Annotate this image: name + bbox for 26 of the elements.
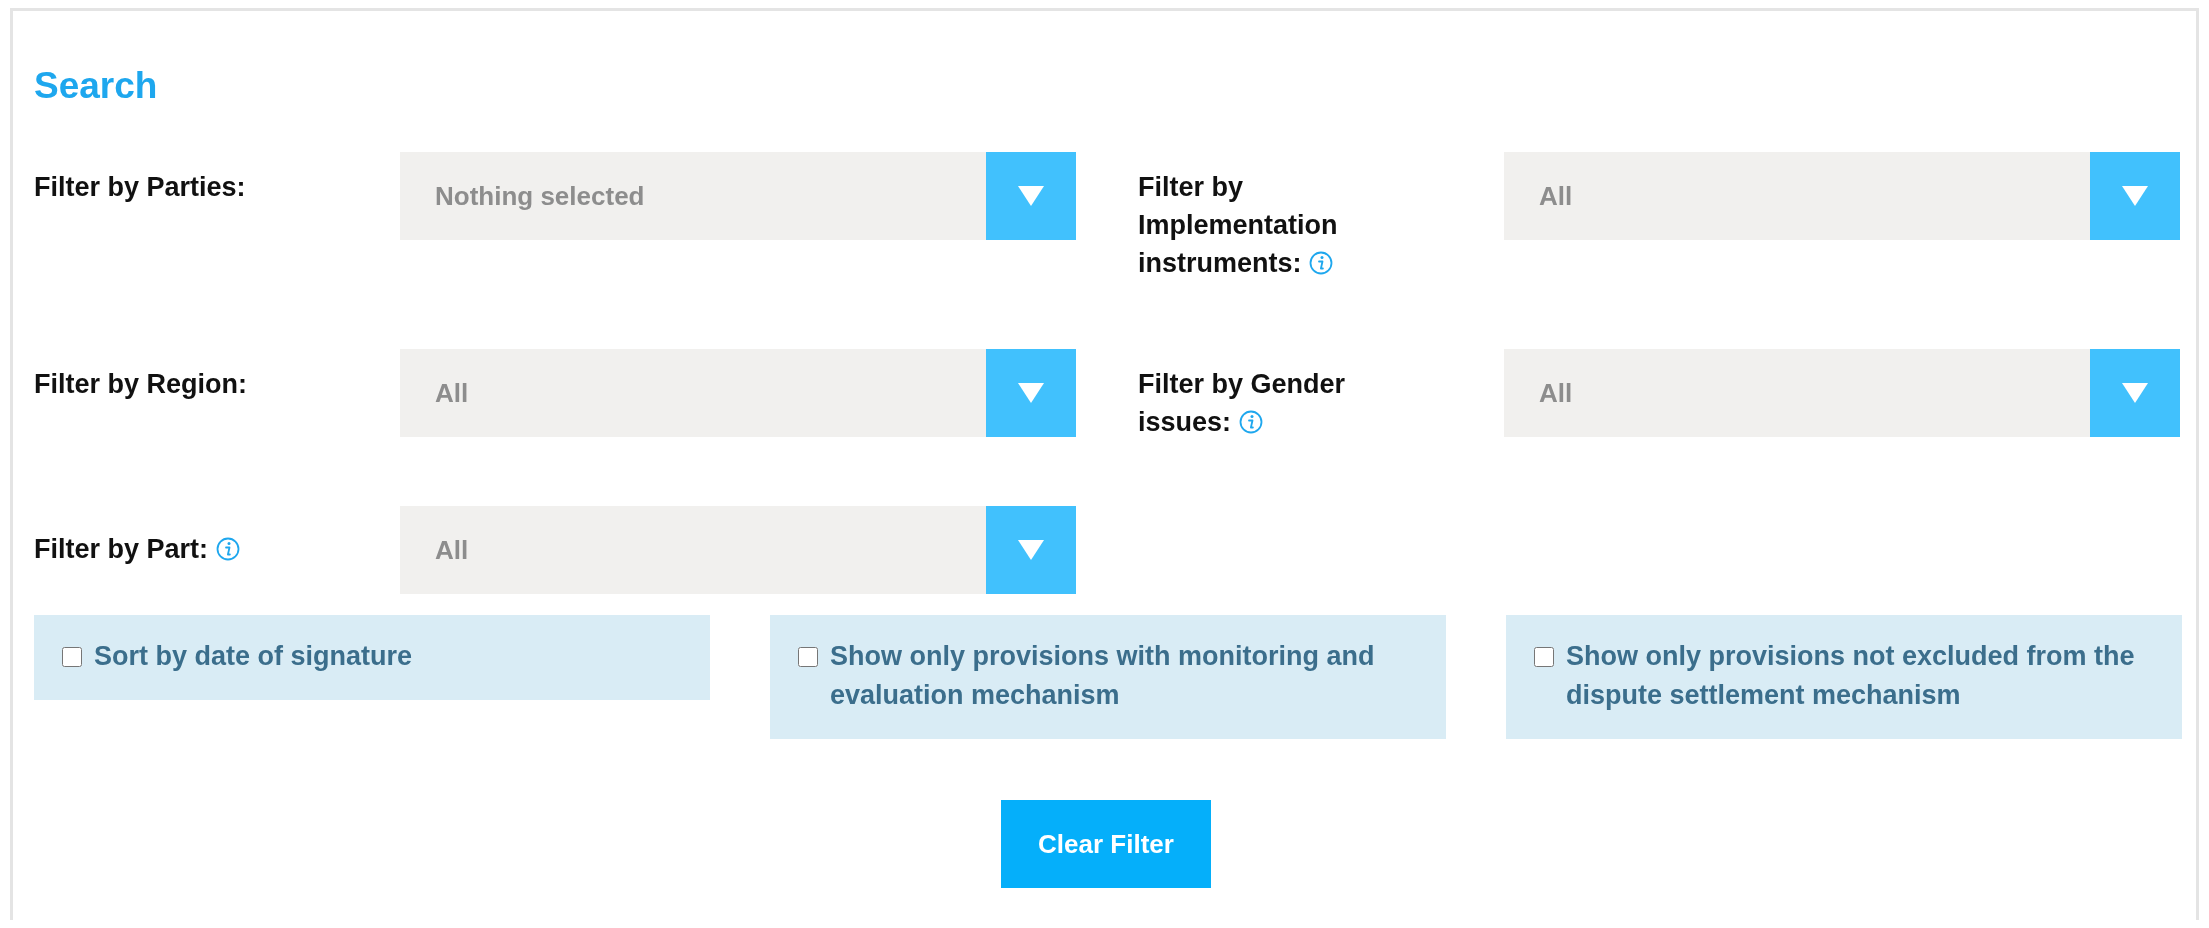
info-icon[interactable] (1238, 410, 1263, 434)
caret-icon (1017, 382, 1045, 404)
filter-dropdown[interactable]: All (1504, 152, 2180, 240)
checkbox[interactable] (798, 647, 818, 667)
filter-label: Filter by Gender issues: (1138, 368, 1347, 439)
caret-icon (1017, 539, 1045, 561)
filter-label: Filter by Part: (34, 506, 400, 594)
checkbox[interactable] (1534, 647, 1554, 667)
info-icon[interactable] (215, 537, 240, 561)
caret-icon (2121, 185, 2149, 207)
clear-filter-button[interactable]: Clear Filter (1001, 800, 1211, 888)
filter-label: Filter by Implementation instruments: (1138, 171, 1339, 280)
section-title: Search (34, 67, 159, 104)
caret-icon (1017, 185, 1045, 207)
option-label: Show only provisions not excluded from the dispute settlement mechanism (1566, 640, 2136, 712)
caret-icon (2121, 382, 2149, 404)
filter-dropdown[interactable]: Nothing selected (400, 152, 1076, 240)
filter-dropdown[interactable]: All (400, 506, 1076, 594)
filter-dropdown[interactable]: All (400, 349, 1076, 437)
option-label: Show only provisions with monitoring and evaluation mechanism (830, 640, 1376, 712)
filter-dropdown[interactable]: All (1504, 349, 2180, 437)
option-label: Sort by date of signature (94, 640, 413, 673)
filter-label: Filter by Parties: (34, 171, 247, 204)
checkbox[interactable] (62, 647, 82, 667)
info-icon[interactable] (1309, 251, 1334, 275)
filter-label: Filter by Region: (34, 368, 248, 401)
